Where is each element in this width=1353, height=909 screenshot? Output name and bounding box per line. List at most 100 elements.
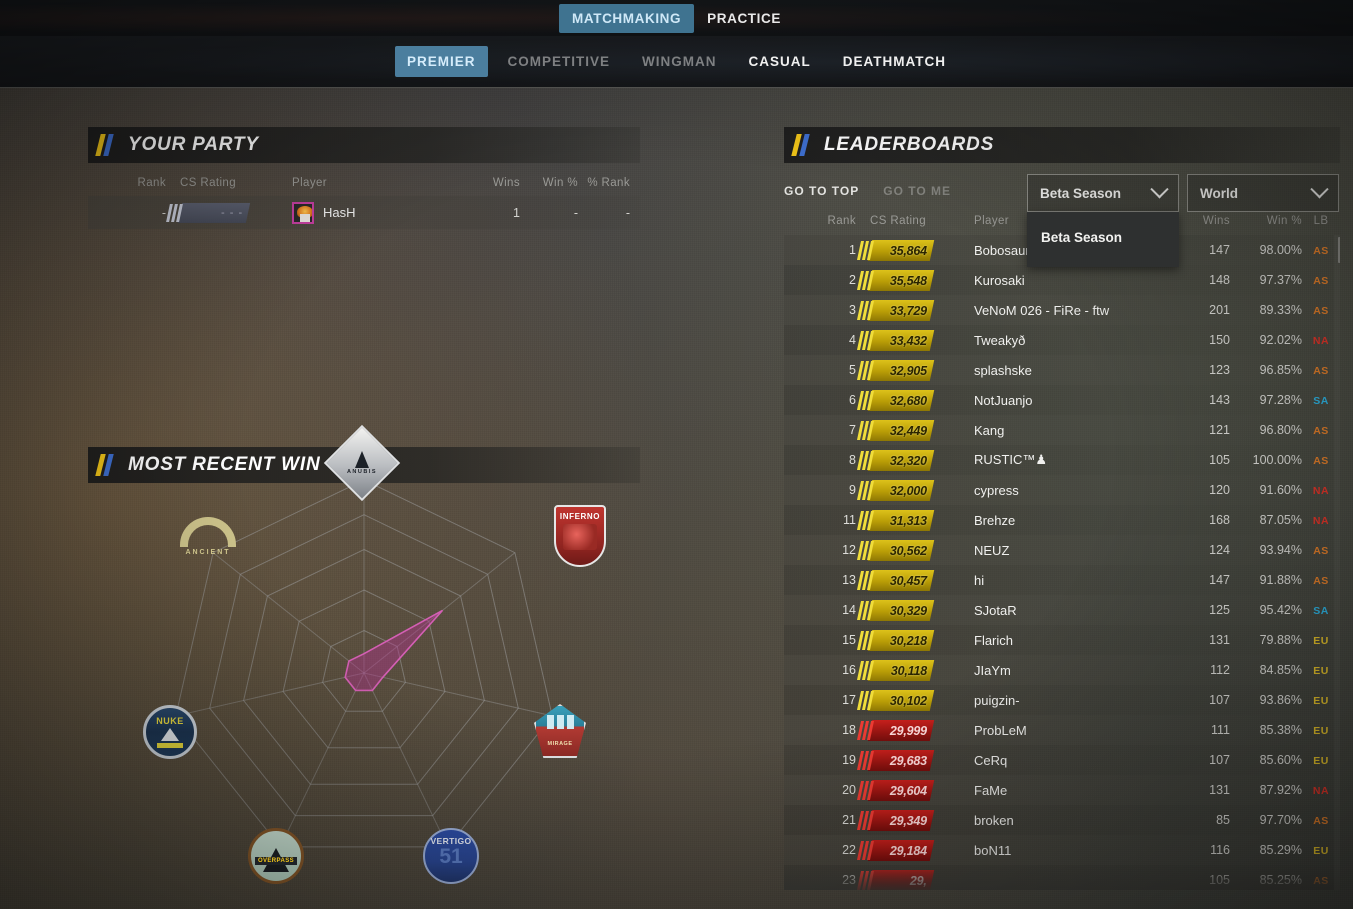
ancient-map-icon[interactable]: ANCIENT xyxy=(173,508,243,564)
lb-player-name: puigzin- xyxy=(974,692,1020,708)
leaderboard-row[interactable]: 18 29,999 ProbLeM 111 85.38% EU xyxy=(784,715,1340,745)
lb-rank: 14 xyxy=(842,603,856,617)
lb-win-pct: 91.60% xyxy=(1259,483,1302,497)
mode-tab-wingman[interactable]: WINGMAN xyxy=(630,46,729,77)
lb-wins: 107 xyxy=(1209,693,1230,707)
lb-player-name: RUSTIC™♟ xyxy=(974,452,1048,467)
lb-win-pct: 91.88% xyxy=(1259,573,1302,587)
leaderboard-row[interactable]: 12 30,562 NEUZ 124 93.94% AS xyxy=(784,535,1340,565)
lb-win-pct: 97.28% xyxy=(1259,393,1302,407)
region-badge: AS xyxy=(1313,875,1329,887)
lb-rank: 2 xyxy=(849,273,856,287)
leaderboard-rows-container[interactable]: 1 35,864 Bobosaur 147 98.00% AS 2 35,548 Kurosak… xyxy=(784,235,1340,890)
leaderboard-row[interactable]: 21 29,349 broken 85 97.70% AS xyxy=(784,805,1340,835)
leaderboard-row[interactable]: 3 33,729 VeNoM 026 - FiRe - ftw 201 89.33% AS xyxy=(784,295,1340,325)
leaderboard-scrollbar-track[interactable] xyxy=(1334,235,1340,890)
lb-player-name: VeNoM 026 - FiRe - ftw xyxy=(974,302,1110,318)
lb-rating-cell: 30,102 xyxy=(856,689,956,711)
region-badge: NA xyxy=(1312,335,1330,347)
leaderboard-row[interactable]: 6 32,680 NotJuanjo 143 97.28% SA xyxy=(784,385,1340,415)
right-column: LEADERBOARDS GO TO TOP GO TO ME Beta Sea… xyxy=(784,127,1340,890)
rating-slashes-icon xyxy=(856,540,876,560)
lb-col-rank: Rank xyxy=(827,215,856,227)
lb-rank: 19 xyxy=(842,753,856,767)
season-dropdown[interactable]: Beta Season xyxy=(1027,174,1179,212)
lb-rating-value: 29,349 xyxy=(889,813,927,827)
leaderboard-row[interactable]: 2 35,548 Kurosaki 148 97.37% AS xyxy=(784,265,1340,295)
cs-rating-badge: 29,184 xyxy=(856,839,935,861)
mode-tab-casual[interactable]: CASUAL xyxy=(737,46,823,77)
party-col-wins: Wins xyxy=(492,177,520,189)
section-title: LEADERBOARDS xyxy=(824,134,995,155)
leaderboard-row[interactable]: 13 30,457 hi 147 91.88% AS xyxy=(784,565,1340,595)
your-party-header: YOUR PARTY xyxy=(88,127,640,163)
lb-rating-value: 33,432 xyxy=(889,333,927,347)
lb-rank: 11 xyxy=(843,513,856,527)
leaderboard-controls: GO TO TOP GO TO ME Beta Season World Bet… xyxy=(784,163,1340,267)
lb-rank: 13 xyxy=(842,573,856,587)
lb-rating-value: 35,864 xyxy=(889,243,927,257)
mode-tab-deathmatch[interactable]: DEATHMATCH xyxy=(831,46,958,77)
go-to-me-button[interactable]: GO TO ME xyxy=(883,184,951,198)
leaderboard-row[interactable]: 8 32,320 RUSTIC™♟ 105 100.00% AS xyxy=(784,445,1340,475)
lb-rating-value: 32,449 xyxy=(889,423,927,437)
party-pct-rank-value: - xyxy=(625,205,630,220)
lb-rating-cell: 29,999 xyxy=(856,719,956,741)
lb-player-name: splashske xyxy=(974,362,1032,378)
leaderboard-row[interactable]: 23 29, 105 85.25% AS xyxy=(784,865,1340,890)
leaderboard-row[interactable]: 20 29,604 FaMe 131 87.92% NA xyxy=(784,775,1340,805)
season-option-beta[interactable]: Beta Season xyxy=(1027,226,1179,249)
nuke-map-icon[interactable]: NUKE xyxy=(143,705,197,759)
leaderboard-row[interactable]: 16 30,118 JIaYm 112 84.85% EU xyxy=(784,655,1340,685)
leaderboard-row[interactable]: 5 32,905 splashske 123 96.85% AS xyxy=(784,355,1340,385)
lb-rating-value: 29,683 xyxy=(889,753,927,767)
lb-wins: 107 xyxy=(1209,753,1230,767)
lb-rating-value: 33,729 xyxy=(889,303,927,317)
map-performance-radar-chart: ANUBIS INFERNO MIRAGE VERTIGO 51 OVERPAS… xyxy=(88,424,640,900)
region-badge: EU xyxy=(1313,845,1329,857)
cs-rating-badge: 29,604 xyxy=(856,779,935,801)
rating-slashes-icon xyxy=(856,600,876,620)
leaderboard-scrollbar-thumb[interactable] xyxy=(1338,237,1340,263)
top-tab-practice[interactable]: PRACTICE xyxy=(694,4,794,33)
lb-rating-value: 32,905 xyxy=(889,363,927,377)
rating-slashes-icon xyxy=(856,570,876,590)
lb-rating-cell: 32,449 xyxy=(856,419,956,441)
mode-tab-competitive[interactable]: COMPETITIVE xyxy=(496,46,623,77)
game-mode-navigation-bar: PREMIER COMPETITIVE WINGMAN CASUAL DEATHMATC… xyxy=(0,36,1353,88)
cs-rating-badge: 32,320 xyxy=(856,449,935,471)
leaderboard-row[interactable]: 14 30,329 SJotaR 125 95.42% SA xyxy=(784,595,1340,625)
lb-wins: 150 xyxy=(1209,333,1230,347)
lb-win-pct: 84.85% xyxy=(1259,663,1302,677)
lb-rating-value: 29,999 xyxy=(889,723,927,737)
inferno-map-icon[interactable]: INFERNO xyxy=(554,505,606,567)
lb-player-name: ProbLeM xyxy=(974,722,1027,738)
party-member-row[interactable]: - - - - HasH 1 - - xyxy=(88,196,640,229)
lb-win-pct: 93.86% xyxy=(1259,693,1302,707)
lb-rating-value: 32,680 xyxy=(889,393,927,407)
lb-win-pct: 89.33% xyxy=(1259,303,1302,317)
top-navigation-bar: MATCHMAKING PRACTICE xyxy=(0,0,1353,36)
top-tab-matchmaking[interactable]: MATCHMAKING xyxy=(559,3,695,33)
leaderboard-row[interactable]: 17 30,102 puigzin- 107 93.86% EU xyxy=(784,685,1340,715)
leaderboard-row[interactable]: 19 29,683 CeRq 107 85.60% EU xyxy=(784,745,1340,775)
leaderboard-row[interactable]: 4 33,432 Tweakyð 150 92.02% NA xyxy=(784,325,1340,355)
lb-wins: 116 xyxy=(1210,843,1230,857)
overpass-map-icon[interactable]: OVERPASS xyxy=(248,828,304,884)
mode-tab-premier[interactable]: PREMIER xyxy=(394,46,488,77)
leaderboard-row[interactable]: 22 29,184 boN11 116 85.29% EU xyxy=(784,835,1340,865)
season-dropdown-menu[interactable]: Beta Season xyxy=(1027,212,1179,267)
lb-rank: 21 xyxy=(842,813,856,827)
avatar[interactable] xyxy=(292,201,314,224)
leaderboard-row[interactable]: 15 30,218 Flarich 131 79.88% EU xyxy=(784,625,1340,655)
leaderboard-row[interactable]: 7 32,449 Kang 121 96.80% AS xyxy=(784,415,1340,445)
lb-rating-value: 29,184 xyxy=(889,843,927,857)
region-dropdown[interactable]: World xyxy=(1187,174,1339,212)
leaderboard-row[interactable]: 11 31,313 Brehze 168 87.05% NA xyxy=(784,505,1340,535)
rating-slashes-icon xyxy=(856,840,876,860)
region-badge: EU xyxy=(1313,695,1329,707)
leaderboard-row[interactable]: 9 32,000 cypress 120 91.60% NA xyxy=(784,475,1340,505)
cs-rating-badge: 30,218 xyxy=(856,629,935,651)
go-to-top-button[interactable]: GO TO TOP xyxy=(784,184,859,198)
vertigo-map-icon[interactable]: VERTIGO 51 xyxy=(423,828,479,884)
